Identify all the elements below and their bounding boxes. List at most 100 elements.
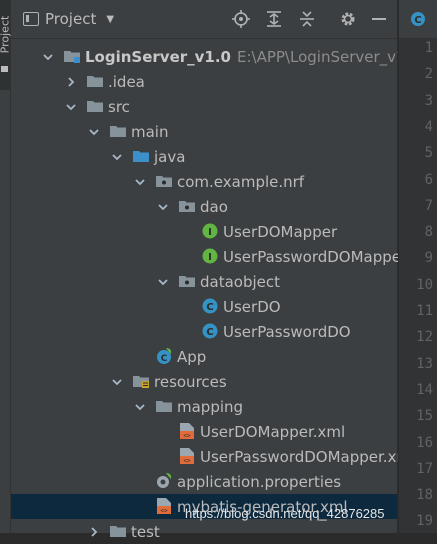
locate-icon	[232, 10, 250, 28]
tree-row-userpassworddo[interactable]: C UserPasswordDO	[11, 319, 397, 344]
tree-item-label: main	[131, 123, 168, 141]
tree-row-test[interactable]: test	[11, 519, 397, 544]
expand-all-button[interactable]	[264, 9, 284, 29]
chevron-down-icon: ▼	[106, 13, 115, 25]
svg-text:<>: <>	[183, 433, 191, 440]
chevron-down-icon[interactable]	[87, 124, 101, 138]
chevron-down-icon[interactable]	[156, 274, 170, 288]
folder-icon	[109, 522, 127, 540]
tree-row-loginserver-v1-0[interactable]: LoginServer_v1.0 E:\APP\LoginServer_v1.0	[11, 44, 420, 69]
line-number: 15	[416, 408, 433, 425]
chevron-down-icon[interactable]	[156, 199, 170, 213]
line-number: 9	[424, 250, 433, 267]
tree-item-name: dao	[200, 198, 228, 216]
svg-text:C: C	[206, 302, 213, 313]
tree-item-label: application.properties	[177, 473, 341, 491]
tree-item-name: application.properties	[177, 473, 342, 491]
minimize-icon	[372, 18, 386, 20]
tree-item-name: UserPasswordDOMapper.xml	[200, 448, 416, 466]
tree-item-label: src	[108, 98, 130, 116]
chevron-down-icon[interactable]	[110, 374, 124, 388]
tree-item-name: src	[108, 98, 130, 116]
project-toolbar: Project ▼	[11, 0, 397, 39]
tree-row-app[interactable]: C App	[11, 344, 397, 369]
svg-text:C: C	[206, 327, 213, 338]
tree-row-application-properties[interactable]: application.properties	[11, 469, 397, 494]
tree-item-label: dataobject	[200, 273, 280, 291]
tree-item-label: UserPasswordDOMapper	[223, 248, 407, 266]
spring-class-icon: C	[155, 347, 173, 365]
tree-row-main[interactable]: main	[11, 119, 397, 144]
tree-row-idea[interactable]: .idea	[11, 69, 397, 94]
tree-item-label: LoginServer_v1.0 E:\APP\LoginServer_v1.0	[85, 48, 420, 66]
tree-row-resources[interactable]: resources	[11, 369, 397, 394]
line-number: 14	[416, 381, 433, 398]
svg-text:I: I	[208, 252, 212, 263]
tree-item-name: java	[154, 148, 186, 166]
svg-text:C: C	[161, 354, 168, 364]
folder-icon	[155, 397, 173, 415]
module-icon	[63, 47, 81, 65]
line-number: 11	[416, 303, 433, 319]
tree-item-label: dao	[200, 198, 228, 216]
tree-row-userdomapper-xml[interactable]: <> UserDOMapper.xml	[11, 419, 397, 444]
locate-button[interactable]	[231, 9, 251, 29]
chevron-right-icon[interactable]	[64, 74, 78, 88]
line-number: 19	[416, 513, 433, 530]
line-number: 13	[416, 355, 433, 372]
package-icon	[178, 197, 196, 215]
xml-icon: <>	[178, 422, 196, 440]
collapse-all-icon	[300, 11, 314, 27]
tree-item-label: test	[131, 523, 160, 541]
interface-icon: I	[201, 222, 219, 240]
chevron-down-icon[interactable]	[110, 149, 124, 163]
chevron-right-icon[interactable]	[87, 524, 101, 538]
tree-item-label: UserDOMapper	[223, 223, 337, 241]
tree-row-dao[interactable]: dao	[11, 194, 397, 219]
collapse-all-button[interactable]	[297, 9, 317, 29]
editor-tab[interactable]: C	[399, 0, 437, 39]
tree-item-label: mapping	[177, 398, 243, 416]
source-folder-icon	[132, 147, 150, 165]
tree-row-userdo[interactable]: C UserDO	[11, 294, 397, 319]
line-number: 17	[416, 460, 433, 477]
tree-item-name: dataobject	[200, 273, 281, 291]
tree-row-userpassworddomapper[interactable]: I UserPasswordDOMapper	[11, 244, 407, 269]
project-tab-icon	[1, 66, 8, 72]
watermark: https://blog.csdn.net/qq_42876285	[185, 506, 385, 521]
chevron-down-icon[interactable]	[41, 49, 55, 63]
tree-row-dataobject[interactable]: dataobject	[11, 269, 397, 294]
tree-row-mapping[interactable]: mapping	[11, 394, 397, 419]
xml-icon: <>	[155, 497, 173, 515]
tree-item-name: resources	[154, 373, 227, 391]
tree-row-userpassworddomapper-xml[interactable]: <> UserPasswordDOMapper.xml	[11, 444, 415, 469]
tree-item-name: main	[131, 123, 169, 141]
chevron-down-icon[interactable]	[64, 99, 78, 113]
tree-item-name: com.example.nrf	[177, 173, 305, 191]
chevron-down-icon[interactable]	[133, 174, 147, 188]
properties-icon	[155, 472, 173, 490]
tree-item-label: UserDOMapper.xml	[200, 423, 345, 441]
project-tool-window-tab[interactable]: Project	[0, 0, 12, 90]
package-icon	[178, 272, 196, 290]
chevron-down-icon[interactable]	[133, 399, 147, 413]
minimize-button[interactable]	[369, 9, 389, 29]
tree-row-java[interactable]: java	[11, 144, 397, 169]
tool-window-strip: Project	[0, 0, 12, 533]
line-number: 1	[424, 40, 433, 56]
tree-item-label: resources	[154, 373, 227, 391]
expand-all-icon	[267, 11, 281, 27]
line-number: 5	[424, 145, 433, 162]
project-tab-label: Project	[0, 15, 12, 54]
line-number: 10	[416, 276, 433, 293]
tree-item-name: App	[177, 348, 207, 366]
settings-button[interactable]	[338, 9, 358, 29]
tree-row-src[interactable]: src	[11, 94, 397, 119]
tree-row-com-example-nrf[interactable]: com.example.nrf	[11, 169, 397, 194]
tree-row-userdomapper[interactable]: I UserDOMapper	[11, 219, 397, 244]
spring-class-icon: C	[411, 12, 425, 26]
gear-icon	[341, 12, 355, 26]
editor-gutter: C 1 2 3 4 5 6 7 8 9 10 11 12 13 14 15 16 17 18 19	[398, 0, 437, 533]
line-number: 16	[416, 434, 433, 451]
view-selector[interactable]: Project ▼	[23, 10, 114, 28]
